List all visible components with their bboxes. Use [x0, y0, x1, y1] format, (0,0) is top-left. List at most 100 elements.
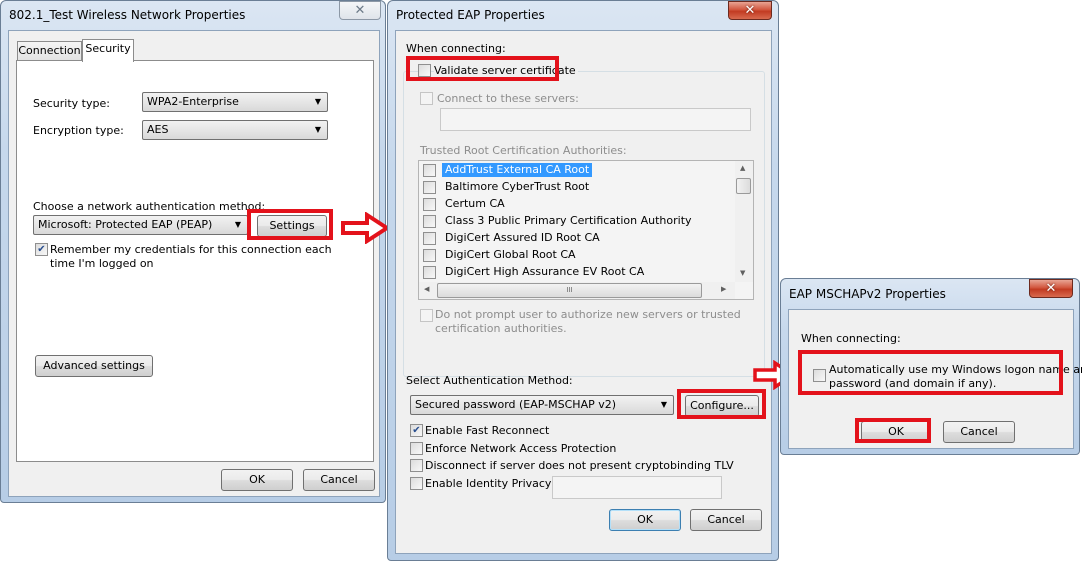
remember-credentials-checkbox[interactable]: ✔: [35, 243, 48, 256]
list-item-label: DigiCert Assured ID Root CA: [445, 231, 600, 244]
close-button[interactable]: ✕: [339, 1, 381, 20]
scroll-left-icon[interactable]: ◀: [424, 285, 429, 293]
scroll-up-icon[interactable]: ▲: [740, 164, 745, 172]
button-label: Cancel: [707, 513, 745, 526]
auth-method-select[interactable]: Secured password (EAP-MSCHAP v2) ▼: [410, 395, 674, 415]
advanced-settings-button[interactable]: Advanced settings: [35, 355, 153, 377]
horizontal-scrollbar[interactable]: ◀ III ▶: [419, 282, 735, 299]
trusted-root-label: Trusted Root Certification Authorities:: [420, 144, 627, 157]
button-label: OK: [888, 425, 904, 438]
scroll-grip-icon: III: [566, 286, 573, 294]
scrollbar-thumb[interactable]: III: [437, 283, 702, 298]
option-label: Disconnect if server does not present cr…: [425, 459, 734, 472]
ok-button[interactable]: OK: [861, 421, 931, 443]
ok-button[interactable]: OK: [221, 469, 293, 491]
disconnect-cryptobinding-checkbox[interactable]: [410, 459, 423, 472]
security-type-label: Security type:: [33, 97, 110, 110]
list-item-label: DigiCert High Assurance EV Root CA: [445, 265, 645, 278]
list-item[interactable]: DigiCert High Assurance EV Root CA: [423, 264, 733, 281]
select-value: Secured password (EAP-MSCHAP v2): [415, 398, 617, 411]
list-item-checkbox[interactable]: [423, 249, 436, 262]
scroll-right-icon[interactable]: ▶: [721, 285, 726, 293]
cancel-button[interactable]: Cancel: [690, 509, 762, 531]
tab-security[interactable]: Security: [82, 39, 134, 62]
option-label: Enforce Network Access Protection: [425, 442, 617, 455]
list-item-label: DigiCert Global Root CA: [445, 248, 576, 261]
encryption-type-select[interactable]: AES ▼: [142, 120, 328, 140]
remember-credentials-label-line1: Remember my credentials for this connect…: [50, 243, 332, 256]
button-label: Configure...: [690, 399, 754, 412]
window-title: Protected EAP Properties: [396, 8, 545, 22]
button-label: Settings: [269, 219, 315, 232]
select-value: WPA2-Enterprise: [147, 95, 239, 108]
button-label: Cancel: [960, 425, 998, 438]
option-label: Enable Fast Reconnect: [425, 424, 550, 437]
check-icon: ✔: [412, 425, 421, 436]
auto-logon-label-line1: Automatically use my Windows logon name …: [829, 363, 1082, 376]
list-item-checkbox[interactable]: [423, 198, 436, 211]
list-item[interactable]: DigiCert Assured ID Root CA: [423, 230, 733, 247]
do-not-prompt-checkbox[interactable]: [420, 309, 433, 322]
window-title: 802.1_Test Wireless Network Properties: [9, 8, 246, 22]
list-item-checkbox[interactable]: [423, 181, 436, 194]
vertical-scrollbar[interactable]: ▲ ▼: [735, 161, 753, 282]
eap-mschapv2-properties-window: EAP MSCHAPv2 Properties ✕ When connectin…: [780, 278, 1082, 455]
list-item[interactable]: Class 3 Public Primary Certification Aut…: [423, 213, 733, 230]
enable-fast-reconnect-checkbox[interactable]: ✔: [410, 424, 423, 437]
list-item[interactable]: DigiCert Global Root CA: [423, 247, 733, 264]
option-label: Enable Identity Privacy: [425, 477, 552, 490]
list-item-label: AddTrust External CA Root: [442, 163, 593, 177]
window-client-area: When connecting: Validate server certifi…: [395, 30, 772, 554]
list-item-label: Class 3 Public Primary Certification Aut…: [445, 214, 692, 227]
dropdown-arrow-icon: ▼: [314, 97, 321, 106]
close-icon: ✕: [744, 3, 756, 18]
scroll-down-icon[interactable]: ▼: [740, 269, 745, 277]
auth-method-label: Choose a network authentication method:: [33, 200, 266, 213]
close-button[interactable]: ✕: [1029, 279, 1073, 298]
list-item-checkbox[interactable]: [423, 266, 436, 279]
tab-panel: Security type: WPA2-Enterprise ▼ Encrypt…: [16, 60, 374, 462]
validate-server-certificate-checkbox[interactable]: [418, 64, 431, 77]
list-item-label: Baltimore CyberTrust Root: [445, 180, 590, 193]
list-item[interactable]: Certum CA: [423, 196, 733, 213]
arrow-right-icon: [341, 212, 390, 244]
list-item-checkbox[interactable]: [423, 215, 436, 228]
close-icon: ✕: [354, 3, 366, 18]
list-item-checkbox[interactable]: [423, 232, 436, 245]
button-label: Cancel: [320, 473, 358, 486]
security-type-select[interactable]: WPA2-Enterprise ▼: [142, 92, 328, 112]
when-connecting-label: When connecting:: [801, 332, 901, 345]
servers-input[interactable]: [440, 108, 751, 131]
connect-to-servers-checkbox[interactable]: [420, 92, 433, 105]
configure-button[interactable]: Configure...: [685, 395, 759, 417]
window-title: EAP MSCHAPv2 Properties: [789, 287, 946, 301]
cancel-button[interactable]: Cancel: [303, 469, 375, 491]
auto-logon-label-line2: password (and domain if any).: [829, 377, 997, 390]
tab-label: Security: [85, 42, 131, 55]
settings-button[interactable]: Settings: [257, 215, 327, 237]
close-icon: ✕: [1045, 281, 1057, 296]
protected-eap-properties-window: Protected EAP Properties ✕ When connecti…: [387, 0, 779, 561]
select-auth-method-label: Select Authentication Method:: [406, 374, 573, 387]
ok-button[interactable]: OK: [609, 509, 681, 531]
button-label: OK: [637, 513, 653, 526]
button-label: OK: [249, 473, 265, 486]
enforce-nap-checkbox[interactable]: [410, 442, 423, 455]
wireless-network-properties-window: 802.1_Test Wireless Network Properties ✕…: [0, 0, 386, 503]
close-button[interactable]: ✕: [728, 1, 772, 20]
enable-identity-privacy-checkbox[interactable]: [410, 477, 423, 490]
list-item[interactable]: AddTrust External CA Root: [423, 162, 733, 179]
auto-logon-checkbox[interactable]: [813, 369, 826, 382]
list-item[interactable]: Baltimore CyberTrust Root: [423, 179, 733, 196]
dropdown-arrow-icon: ▼: [234, 220, 241, 229]
auth-method-select[interactable]: Microsoft: Protected EAP (PEAP) ▼: [33, 215, 248, 235]
encryption-type-label: Encryption type:: [33, 124, 124, 137]
scrollbar-thumb[interactable]: [736, 178, 751, 194]
list-item-checkbox[interactable]: [423, 164, 436, 177]
tab-connection[interactable]: Connection: [17, 41, 82, 60]
list-item-label: Certum CA: [445, 197, 505, 210]
button-label: Advanced settings: [43, 359, 145, 372]
cancel-button[interactable]: Cancel: [943, 421, 1015, 443]
cert-authorities-list[interactable]: AddTrust External CA Root Baltimore Cybe…: [418, 160, 754, 300]
identity-privacy-input[interactable]: [552, 476, 722, 499]
